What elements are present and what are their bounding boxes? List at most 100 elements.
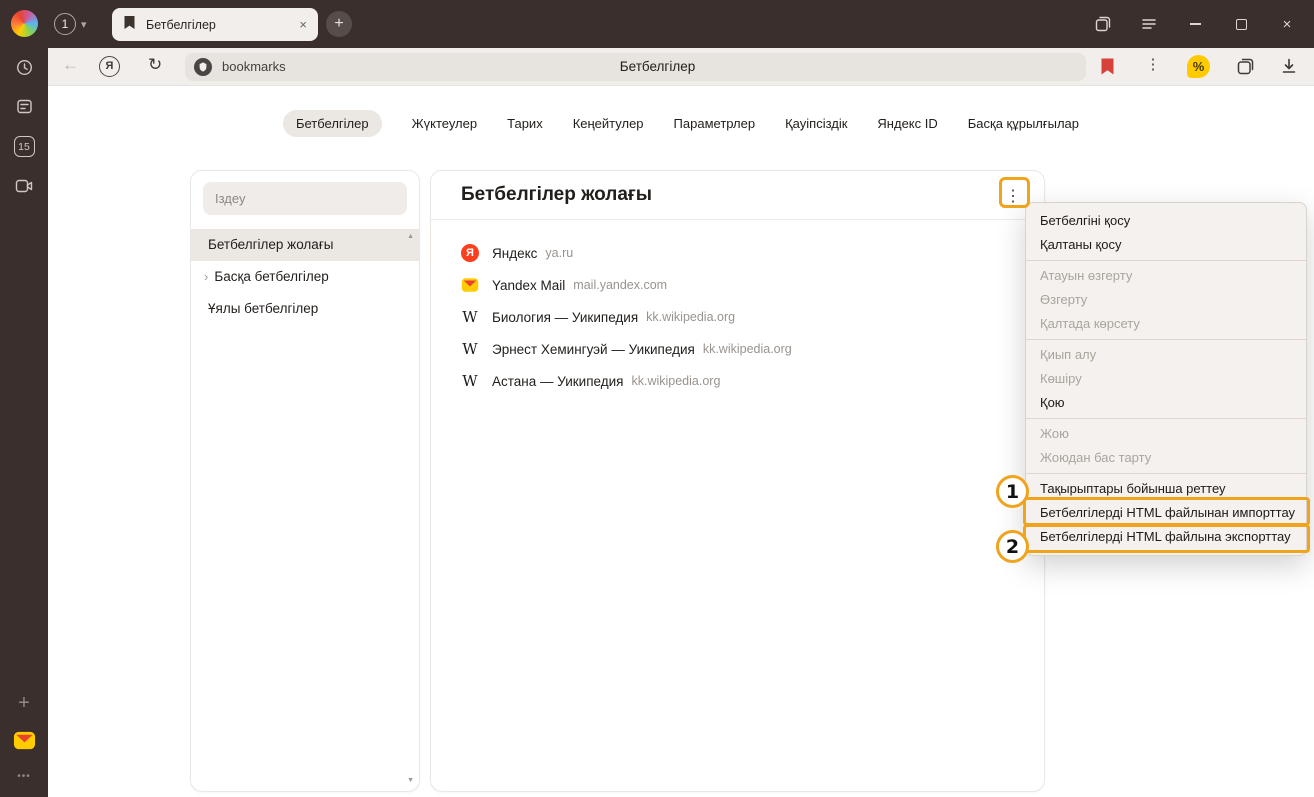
bookmark-row[interactable]: Yandex Mail mail.yandex.com — [431, 269, 1044, 301]
offers-percent-icon[interactable]: % — [1187, 55, 1210, 78]
bookmark-title: Яндекс — [492, 246, 537, 261]
yandex-mail-favicon — [461, 276, 479, 294]
menu-item-sort-by-title[interactable]: Тақырыптары бойынша реттеу — [1026, 477, 1306, 501]
side-panel-icon[interactable] — [1080, 0, 1126, 48]
tableau-tabs-icon[interactable]: 15 — [0, 136, 48, 157]
menu-divider — [1026, 339, 1306, 340]
tab-settings[interactable]: Параметрлер — [674, 110, 756, 137]
tab-title: Бетбелгілер — [146, 18, 299, 32]
tab-security[interactable]: Қауіпсіздік — [785, 110, 847, 137]
bookmark-list: Я Яндекс ya.ru Yandex Mail mail.yandex.c… — [431, 237, 1044, 397]
folder-item-mobile-bookmarks[interactable]: Ұялы бетбелгілер — [191, 293, 419, 325]
menu-item-edit: Өзгерту — [1026, 288, 1306, 312]
tab-bookmarks[interactable]: Бетбелгілер — [283, 110, 382, 137]
yandex-search-icon[interactable]: Я — [99, 56, 120, 77]
menu-divider — [1026, 260, 1306, 261]
bookmark-title: Биология — Уикипедия — [492, 310, 638, 325]
tab-counter-button[interactable]: 1 ▾ — [54, 11, 87, 37]
back-button[interactable]: ← — [62, 55, 79, 75]
address-page-title: Бетбелгілер — [620, 53, 695, 81]
more-actions-button[interactable]: ⋮ — [998, 181, 1028, 211]
menu-item-import-html[interactable]: Бетбелгілерді HTML файлынан импорттау — [1026, 501, 1306, 525]
history-icon[interactable] — [0, 59, 48, 76]
folder-label: Басқа бетбелгілер — [214, 269, 328, 284]
folders-panel: Бетбелгілер жолағы › Басқа бетбелгілер Ұя… — [190, 170, 420, 792]
refresh-button[interactable]: ↻ — [148, 55, 162, 75]
folder-label: Бетбелгілер жолағы — [208, 237, 333, 252]
more-panels-icon[interactable]: ••• — [0, 771, 48, 782]
bookmark-row[interactable]: W Биология — Уикипедия kk.wikipedia.org — [431, 301, 1044, 333]
address-bar[interactable]: bookmarks Бетбелгілер — [185, 53, 1086, 81]
browser-toolbar: ← Я ↻ bookmarks Бетбелгілер ⋮ % — [48, 48, 1314, 86]
browser-menu-icon[interactable] — [1126, 0, 1172, 48]
wikipedia-favicon: W — [461, 308, 479, 326]
wikipedia-favicon: W — [461, 372, 479, 390]
address-url: bookmarks — [222, 53, 286, 81]
bookmark-url: kk.wikipedia.org — [646, 310, 735, 324]
tab-extensions[interactable]: Кеңейтулер — [573, 110, 644, 137]
folder-item-bookmarks-bar[interactable]: Бетбелгілер жолағы — [191, 229, 419, 261]
folder-item-other-bookmarks[interactable]: › Басқа бетбелгілер — [191, 261, 419, 293]
bookmark-title: Yandex Mail — [492, 278, 565, 293]
bookmark-url: ya.ru — [545, 246, 573, 260]
tab-yandex-id[interactable]: Яндекс ID — [877, 110, 937, 137]
menu-divider — [1026, 418, 1306, 419]
side-rail: 15 + ••• — [0, 48, 48, 797]
menu-item-add-bookmark[interactable]: Бетбелгіні қосу — [1026, 209, 1306, 233]
bookmark-tab-icon — [123, 15, 136, 35]
toolbar-more-icon[interactable]: ⋮ — [1144, 55, 1162, 73]
bookmark-title: Эрнест Хемингуэй — Уикипедия — [492, 342, 695, 357]
bookmark-row[interactable]: W Астана — Уикипедия kk.wikipedia.org — [431, 365, 1044, 397]
downloads-icon[interactable] — [1280, 57, 1298, 80]
browser-tab-bookmarks[interactable]: Бетбелгілер × — [112, 8, 318, 41]
tab-history[interactable]: Тарих — [507, 110, 543, 137]
bookmarks-manager-page: Бетбелгілер Жүктеулер Тарих Кеңейтулер П… — [48, 86, 1314, 797]
page-title: Бетбелгілер жолағы — [461, 184, 652, 206]
folder-list: Бетбелгілер жолағы › Басқа бетбелгілер Ұя… — [191, 229, 419, 325]
menu-item-paste[interactable]: Қою — [1026, 391, 1306, 415]
yandex-mail-icon[interactable] — [0, 729, 48, 752]
menu-item-add-folder[interactable]: Қалтаны қосу — [1026, 233, 1306, 257]
bookmark-url: mail.yandex.com — [573, 278, 667, 292]
scroll-up-icon[interactable]: ▲ — [407, 233, 414, 240]
maximize-button[interactable] — [1218, 0, 1264, 48]
browser-logo-icon[interactable] — [11, 10, 38, 37]
bookmark-flag-icon[interactable] — [1100, 57, 1115, 81]
menu-item-delete: Жою — [1026, 422, 1306, 446]
folder-label: Ұялы бетбелгілер — [208, 301, 318, 316]
video-call-icon[interactable] — [0, 177, 48, 195]
tab-bar: 1 ▾ Бетбелгілер × + × — [0, 0, 1314, 48]
search-input[interactable] — [203, 182, 407, 215]
menu-item-copy: Көшіру — [1026, 367, 1306, 391]
bookmark-row[interactable]: W Эрнест Хемингуэй — Уикипедия kk.wikipe… — [431, 333, 1044, 365]
menu-item-export-html[interactable]: Бетбелгілерді HTML файлына экспорттау — [1026, 525, 1306, 549]
close-button[interactable]: × — [1264, 0, 1310, 48]
bookmark-url: kk.wikipedia.org — [703, 342, 792, 356]
menu-divider — [1026, 473, 1306, 474]
tab-other-devices[interactable]: Басқа құрылғылар — [968, 110, 1079, 137]
minimize-button[interactable] — [1172, 0, 1218, 48]
tab-downloads[interactable]: Жүктеулер — [412, 110, 478, 137]
tab-count-badge: 1 — [54, 13, 76, 35]
content-header: Бетбелгілер жолағы ⋮ — [431, 171, 1044, 220]
scroll-down-icon[interactable]: ▼ — [407, 777, 414, 784]
annotation-step-2: 2 — [996, 530, 1029, 563]
chevron-right-icon[interactable]: › — [204, 269, 208, 284]
chevron-down-icon: ▾ — [81, 18, 87, 31]
tableau-count-badge: 15 — [14, 136, 35, 157]
site-shield-icon[interactable] — [194, 58, 212, 76]
yandex-favicon: Я — [461, 244, 479, 262]
tab-close-icon[interactable]: × — [299, 17, 307, 32]
wikipedia-favicon: W — [461, 340, 479, 358]
window-controls: × — [1080, 0, 1310, 48]
bookmark-row[interactable]: Я Яндекс ya.ru — [431, 237, 1044, 269]
menu-item-show-in-folder: Қалтада көрсету — [1026, 312, 1306, 336]
menu-item-undo-delete: Жоюдан бас тарту — [1026, 446, 1306, 470]
new-tab-button[interactable]: + — [326, 11, 352, 37]
settings-nav: Бетбелгілер Жүктеулер Тарих Кеңейтулер П… — [48, 110, 1314, 137]
feed-icon[interactable] — [0, 98, 48, 115]
annotation-step-1: 1 — [996, 475, 1029, 508]
add-panel-icon[interactable]: + — [0, 692, 48, 715]
collections-icon[interactable] — [1237, 58, 1254, 80]
bookmarks-context-menu: Бетбелгіні қосу Қалтаны қосу Атауын өзге… — [1025, 202, 1307, 556]
